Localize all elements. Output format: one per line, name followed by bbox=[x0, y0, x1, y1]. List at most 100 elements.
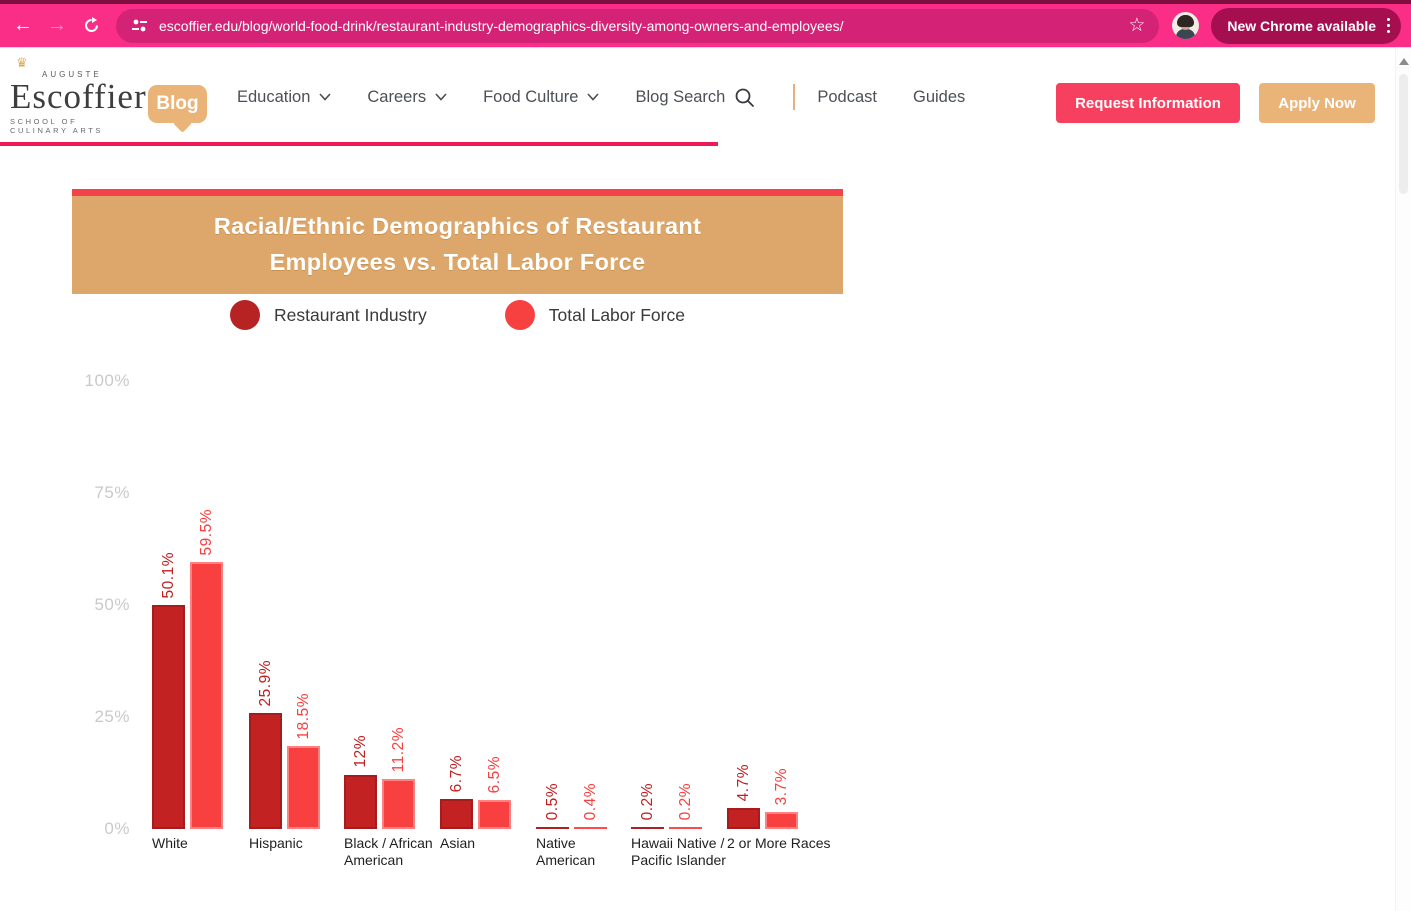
logo-bottom-text: SCHOOL OF CULINARY ARTS bbox=[10, 117, 138, 135]
chart-legend: Restaurant Industry Total Labor Force bbox=[72, 300, 843, 330]
forward-icon[interactable]: → bbox=[40, 9, 74, 43]
scrollbar-thumb[interactable] bbox=[1399, 74, 1408, 194]
crown-icon: ♛ bbox=[16, 58, 138, 68]
header-actions: Request Information Apply Now bbox=[1056, 83, 1375, 123]
avatar-hair bbox=[1177, 15, 1194, 27]
bar-group: 4.7% 3.7% bbox=[727, 764, 798, 829]
bar-value-label: 12% bbox=[352, 735, 370, 768]
chart-title-line2: Employees vs. Total Labor Force bbox=[82, 244, 833, 280]
blog-badge[interactable]: Blog bbox=[148, 85, 207, 123]
chart-title-line1: Racial/Ethnic Demographics of Restaurant bbox=[82, 208, 833, 244]
escoffier-logo[interactable]: ♛ AUGUSTE Escoffier SCHOOL OF CULINARY A… bbox=[10, 58, 138, 135]
bar-chart: 100% 75% 50% 25% 0% 50.1%59.5%25.9%18.5%… bbox=[72, 361, 862, 876]
bar-value-label: 18.5% bbox=[295, 693, 313, 739]
bar-column: 0.5% bbox=[536, 783, 569, 829]
page-scrollbar[interactable] bbox=[1395, 48, 1411, 911]
nav-item-blog-search[interactable]: Blog Search bbox=[635, 87, 755, 108]
bookmark-star-icon[interactable]: ☆ bbox=[1128, 14, 1145, 37]
nav-item-guides[interactable]: Guides bbox=[913, 88, 965, 107]
legend-item-total-labor-force: Total Labor Force bbox=[505, 300, 685, 330]
bar-value-label: 4.7% bbox=[735, 764, 753, 801]
nav-label: Blog Search bbox=[635, 88, 725, 107]
bar-value-label: 0.2% bbox=[677, 783, 695, 820]
chrome-update-button[interactable]: New Chrome available bbox=[1211, 8, 1401, 44]
bar-column: 50.1% bbox=[152, 552, 185, 829]
legend-label: Restaurant Industry bbox=[274, 305, 427, 326]
x-axis-label: Hawaii Native / Pacific Islander bbox=[631, 835, 729, 869]
nav-item-food-culture[interactable]: Food Culture bbox=[483, 88, 599, 107]
nav-item-education[interactable]: Education bbox=[237, 88, 331, 107]
y-axis-tick: 25% bbox=[72, 707, 130, 727]
bar-groups: 50.1% 59.5% 25.9% 18.5% 12% 11.2% 6.7%6.5% 0.5%… bbox=[152, 361, 832, 829]
bar-restaurant-industry bbox=[631, 827, 664, 829]
bar-total-labor-force bbox=[382, 779, 415, 829]
search-icon[interactable] bbox=[734, 87, 755, 108]
bar-value-label: 0.4% bbox=[582, 783, 600, 820]
x-axis-label: Native American bbox=[536, 835, 634, 869]
apply-now-button[interactable]: Apply Now bbox=[1259, 83, 1375, 123]
bar-restaurant-industry bbox=[727, 808, 760, 829]
url-text[interactable]: escoffier.edu/blog/world-food-drink/rest… bbox=[159, 18, 1128, 34]
browser-toolbar: ← → escoffier.edu/blog/world-food-drink/… bbox=[0, 4, 1411, 47]
nav-label: Guides bbox=[913, 88, 965, 107]
chevron-down-icon bbox=[319, 93, 331, 101]
bar-group: 6.7%6.5% bbox=[440, 755, 511, 829]
bar-column: 59.5% bbox=[190, 509, 223, 829]
bar-value-label: 3.7% bbox=[773, 768, 791, 805]
bar-column: 4.7% bbox=[727, 764, 760, 829]
blog-badge-label: Blog bbox=[156, 93, 198, 115]
site-settings-icon[interactable] bbox=[130, 16, 149, 35]
bar-total-labor-force bbox=[765, 812, 798, 829]
chrome-update-label: New Chrome available bbox=[1227, 18, 1376, 34]
bar-group: 0.5% 0.4% bbox=[536, 783, 607, 829]
bar-column: 3.7% bbox=[765, 768, 798, 829]
legend-label: Total Labor Force bbox=[549, 305, 685, 326]
title-red-strip bbox=[72, 189, 843, 196]
x-axis-label: Asian bbox=[440, 835, 538, 852]
nav-label: Careers bbox=[367, 88, 426, 107]
x-axis-label: Black / African American bbox=[344, 835, 442, 869]
request-information-button[interactable]: Request Information bbox=[1056, 83, 1240, 123]
bar-group: 25.9% 18.5% bbox=[249, 660, 320, 829]
menu-dots-icon[interactable] bbox=[1387, 18, 1390, 33]
bar-total-labor-force bbox=[669, 827, 702, 829]
bar-value-label: 11.2% bbox=[390, 727, 408, 772]
bar-column: 25.9% bbox=[249, 660, 282, 829]
y-axis-tick: 75% bbox=[72, 483, 130, 503]
nav-item-careers[interactable]: Careers bbox=[367, 88, 447, 107]
bar-value-label: 59.5% bbox=[198, 509, 216, 555]
bar-restaurant-industry bbox=[344, 775, 377, 829]
bar-value-label: 25.9% bbox=[257, 660, 275, 706]
header-accent-underline bbox=[0, 142, 718, 146]
bar-value-label: 6.7% bbox=[448, 755, 466, 792]
profile-avatar[interactable] bbox=[1172, 12, 1199, 39]
logo-wordmark: Escoffier bbox=[10, 79, 138, 115]
nav-label: Food Culture bbox=[483, 88, 578, 107]
address-bar[interactable]: escoffier.edu/blog/world-food-drink/rest… bbox=[116, 9, 1159, 43]
y-axis-tick: 50% bbox=[72, 595, 130, 615]
bar-group: 0.2%0.2% bbox=[631, 783, 702, 829]
nav-item-podcast[interactable]: Podcast bbox=[817, 88, 877, 107]
legend-dot-dark-red bbox=[230, 300, 260, 330]
x-axis-label: Hispanic bbox=[249, 835, 347, 852]
bar-value-label: 0.5% bbox=[544, 783, 562, 820]
reload-icon[interactable] bbox=[74, 9, 108, 43]
legend-item-restaurant-industry: Restaurant Industry bbox=[230, 300, 427, 330]
bar-restaurant-industry bbox=[152, 605, 185, 829]
bar-restaurant-industry bbox=[440, 799, 473, 829]
chevron-down-icon bbox=[587, 93, 599, 101]
back-icon[interactable]: ← bbox=[6, 9, 40, 43]
bar-column: 18.5% bbox=[287, 693, 320, 829]
x-axis-label: White bbox=[152, 835, 250, 852]
nav-label: Education bbox=[237, 88, 310, 107]
chart-title: Racial/Ethnic Demographics of Restaurant… bbox=[72, 196, 843, 294]
x-axis-label: 2 or More Races bbox=[727, 835, 847, 852]
main-nav: Education Careers Food Culture Blog Sear… bbox=[237, 48, 1001, 146]
legend-dot-bright-red bbox=[505, 300, 535, 330]
bar-restaurant-industry bbox=[536, 827, 569, 829]
bar-total-labor-force bbox=[574, 827, 607, 829]
scrollbar-up-arrow[interactable] bbox=[1399, 58, 1409, 65]
bar-column: 0.4% bbox=[574, 783, 607, 829]
avatar-body bbox=[1176, 29, 1195, 39]
reload-glyph bbox=[83, 17, 100, 34]
